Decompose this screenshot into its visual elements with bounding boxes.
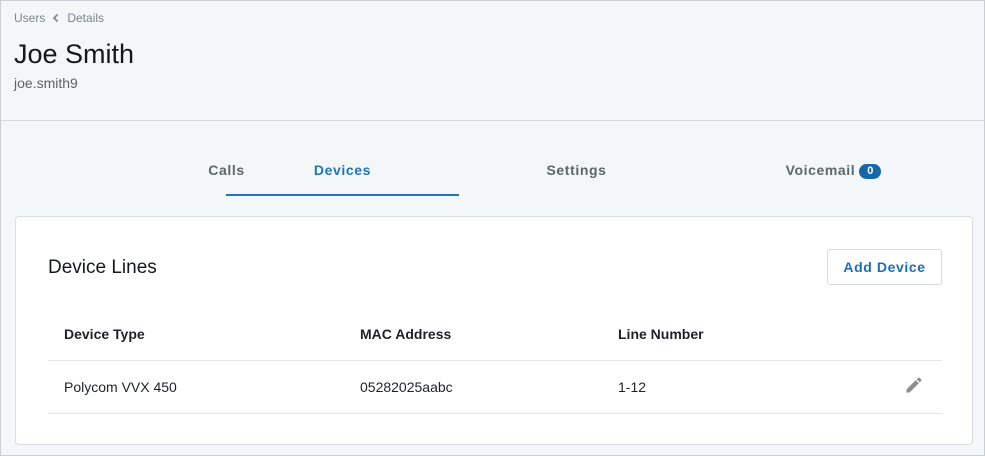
username-subtitle: joe.smith9 [14, 75, 78, 91]
voicemail-count-badge: 0 [859, 164, 882, 179]
device-lines-table: Device Type MAC Address Line Number Poly… [48, 307, 942, 414]
cell-mac-address: 05282025aabc [360, 379, 453, 395]
tab-settings[interactable]: Settings [460, 151, 693, 195]
card-title: Device Lines [48, 257, 157, 278]
table-header-row: Device Type MAC Address Line Number [48, 307, 942, 361]
header-device-type: Device Type [64, 325, 145, 342]
breadcrumb-users-link[interactable]: Users [14, 11, 45, 25]
cell-line-number: 1-12 [618, 379, 647, 395]
tab-voicemail[interactable]: Voicemail 0 [717, 151, 950, 195]
header-line-number: Line Number [618, 325, 704, 342]
tab-devices-label: Devices [313, 162, 372, 178]
page-title: Joe Smith [14, 39, 135, 69]
edit-device-button[interactable] [902, 375, 926, 399]
table-row: Polycom VVX 450 05282025aabc 1-12 [48, 361, 942, 414]
page-header: Users Details Joe Smith joe.smith9 [1, 1, 984, 121]
tab-settings-label: Settings [546, 162, 607, 178]
tab-voicemail-label: Voicemail [785, 162, 856, 178]
app-frame: Users Details Joe Smith joe.smith9 Calls… [0, 0, 985, 456]
add-device-button[interactable]: Add Device [827, 249, 942, 285]
pencil-icon [904, 375, 924, 400]
tab-devices[interactable]: Devices [226, 151, 459, 196]
breadcrumb: Users Details [14, 11, 104, 25]
header-mac-address: MAC Address [360, 325, 452, 342]
tab-bar: Calls Devices Settings Voicemail 0 [110, 151, 926, 197]
device-lines-card: Device Lines Add Device Device Type MAC … [15, 216, 973, 445]
cell-device-type: Polycom VVX 450 [64, 379, 177, 395]
chevron-left-icon [51, 13, 61, 23]
breadcrumb-current: Details [67, 11, 105, 25]
